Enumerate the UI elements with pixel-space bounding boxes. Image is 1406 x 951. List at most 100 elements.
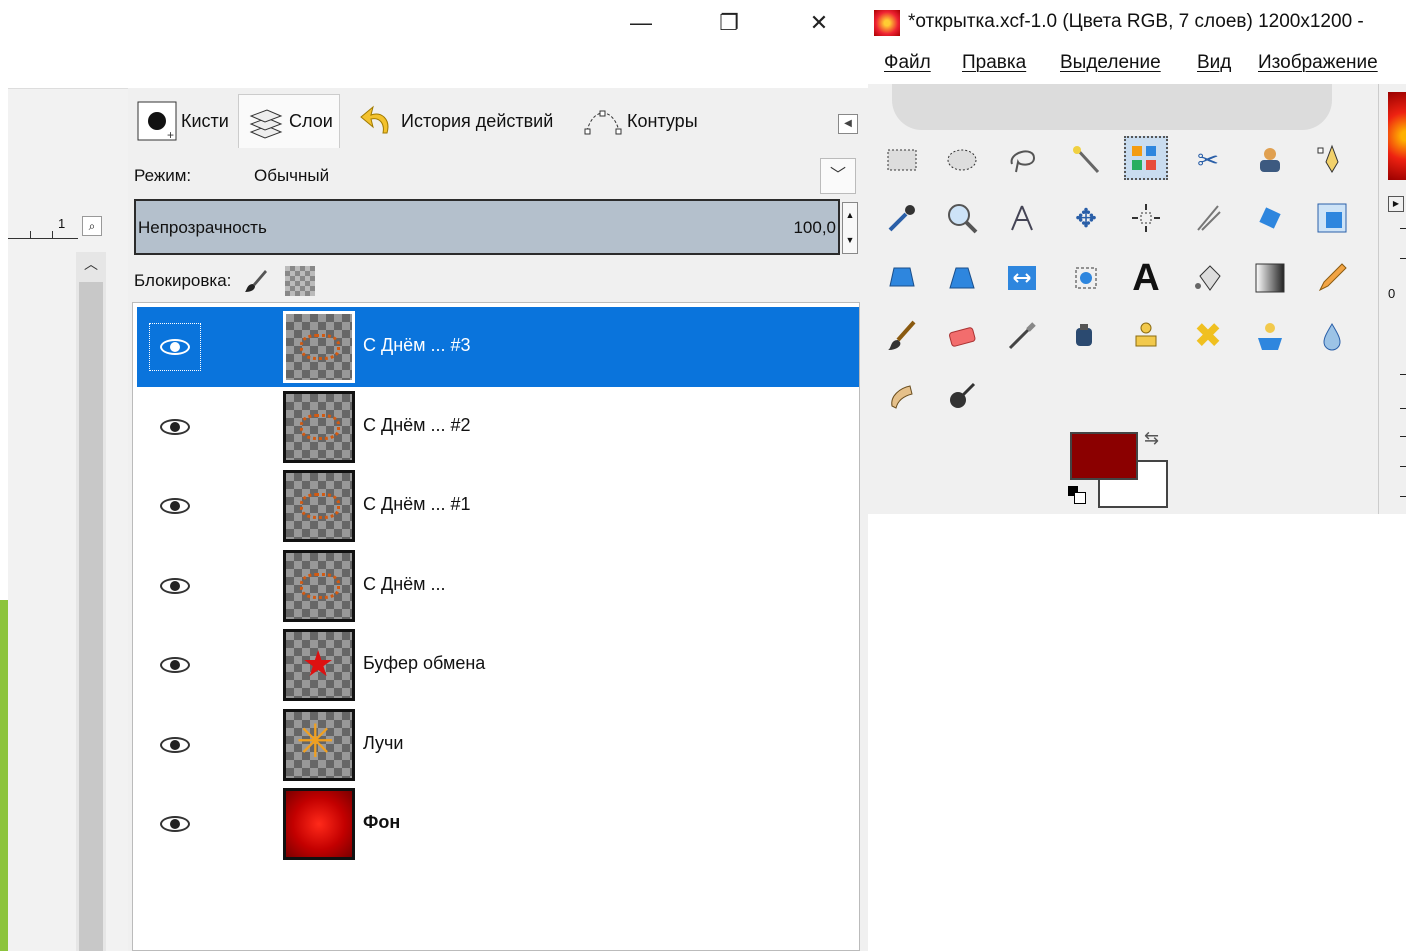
paths-tool-icon[interactable] <box>1310 138 1354 182</box>
clone-icon[interactable] <box>1124 314 1168 358</box>
foreground-select-icon[interactable] <box>1248 138 1292 182</box>
layer-thumbnail[interactable] <box>283 311 355 383</box>
opacity-slider[interactable]: Непрозрачность 100,0 <box>134 199 840 255</box>
menu-image[interactable]: Изображение <box>1258 52 1378 74</box>
eye-visibility-icon[interactable] <box>149 721 201 769</box>
scale-icon[interactable] <box>1310 196 1354 240</box>
layer-name[interactable]: Буфер обмена <box>363 653 485 674</box>
eye-visibility-icon[interactable] <box>149 403 201 451</box>
navigate-icon[interactable]: ▶ <box>1388 196 1404 212</box>
opacity-value[interactable]: 100,0 <box>793 218 836 238</box>
close-button[interactable]: ✕ <box>796 4 842 42</box>
layer-row[interactable]: ★ Буфер обмена <box>137 625 859 705</box>
perspective-clone-icon[interactable] <box>1248 314 1292 358</box>
lasso-icon[interactable] <box>1000 138 1044 182</box>
window-title: *открытка.xcf-1.0 (Цвета RGB, 7 слоев) 1… <box>908 11 1364 32</box>
fuzzy-select-icon[interactable] <box>1064 138 1108 182</box>
opacity-spin-buttons[interactable]: ▲ ▼ <box>842 202 858 254</box>
ruler-tick <box>1400 496 1406 497</box>
layer-thumbnail[interactable]: ★ <box>283 629 355 701</box>
mode-label: Режим: <box>134 166 192 185</box>
flip-icon[interactable] <box>1000 256 1044 300</box>
eye-visibility-icon[interactable] <box>149 323 201 371</box>
rotate-icon[interactable] <box>1248 196 1292 240</box>
bucket-fill-icon[interactable] <box>1186 256 1230 300</box>
select-by-color-icon[interactable] <box>1124 136 1168 180</box>
scissors-icon[interactable]: ✂ <box>1186 138 1230 182</box>
tab-label: Слои <box>289 111 333 131</box>
layers-dock: + Кисти Слои История действий Контуры ◀ … <box>128 88 868 951</box>
tab-brushes[interactable]: + Кисти <box>130 94 236 148</box>
foreground-color-swatch[interactable] <box>1070 432 1138 480</box>
cage-transform-icon[interactable] <box>1064 256 1108 300</box>
ruler-number: 1 <box>58 216 66 231</box>
menu-select[interactable]: Выделение <box>1060 52 1161 74</box>
scrollbar-thumb[interactable] <box>79 282 103 951</box>
gradient-icon[interactable] <box>1248 256 1292 300</box>
move-icon[interactable]: ✥ <box>1064 196 1108 240</box>
zoom-tool-icon[interactable] <box>940 196 984 240</box>
layer-thumbnail[interactable] <box>283 549 355 622</box>
layer-name[interactable]: Фон <box>363 812 400 833</box>
tab-paths[interactable]: Контуры <box>576 94 705 148</box>
smudge-icon[interactable] <box>880 374 924 418</box>
layer-row[interactable]: С Днём ... <box>137 546 859 626</box>
minimize-button[interactable]: — <box>618 4 664 42</box>
menu-view[interactable]: Вид <box>1197 52 1231 74</box>
default-colors-icon[interactable] <box>1068 486 1086 504</box>
swap-colors-icon[interactable]: ⇆ <box>1144 428 1159 449</box>
menu-file[interactable]: Файл <box>884 52 931 74</box>
rect-select-icon[interactable] <box>880 138 924 182</box>
crop-icon[interactable] <box>1186 196 1230 240</box>
tab-undo-history[interactable]: История действий <box>350 94 560 148</box>
eye-visibility-icon[interactable] <box>149 482 201 530</box>
gimp-app-icon <box>874 10 900 36</box>
ellipse-select-icon[interactable] <box>940 138 984 182</box>
undo-history-icon <box>357 101 397 141</box>
ink-icon[interactable] <box>1064 314 1108 358</box>
layer-thumbnail[interactable] <box>283 788 355 860</box>
eye-visibility-icon[interactable] <box>149 800 201 848</box>
shear-icon[interactable] <box>880 256 924 300</box>
layer-thumbnail[interactable] <box>283 390 355 463</box>
mode-select-value[interactable]: Обычный <box>254 166 329 186</box>
text-tool-icon[interactable]: A <box>1124 256 1168 300</box>
dodge-burn-icon[interactable] <box>940 374 984 418</box>
layer-name[interactable]: С Днём ... #2 <box>363 415 471 436</box>
menubar: Файл Правка Выделение Вид Изображение <box>868 44 1406 84</box>
eye-visibility-icon[interactable] <box>149 562 201 610</box>
layer-row[interactable]: С Днём ... #2 <box>137 387 859 467</box>
chevron-up-icon[interactable]: ︿ <box>80 254 102 276</box>
heal-icon[interactable]: ✖ <box>1186 314 1230 358</box>
perspective-icon[interactable] <box>940 256 984 300</box>
eraser-icon[interactable] <box>940 314 984 358</box>
layer-name[interactable]: С Днём ... <box>363 574 446 595</box>
layer-thumbnail[interactable]: ✳ <box>283 708 355 781</box>
zoom-icon[interactable]: ⌕ <box>82 216 102 236</box>
layer-row[interactable]: Фон <box>137 784 859 864</box>
layer-row[interactable]: С Днём ... #3 <box>137 307 859 387</box>
align-icon[interactable] <box>1124 196 1168 240</box>
measure-icon[interactable] <box>1000 196 1044 240</box>
tab-layers[interactable]: Слои <box>238 94 340 148</box>
pencil-icon[interactable] <box>1310 256 1354 300</box>
layer-thumbnail[interactable] <box>283 470 355 542</box>
restore-button[interactable]: ❐ <box>706 4 752 42</box>
dock-menu-button[interactable]: ◀ <box>838 114 858 134</box>
color-picker-icon[interactable] <box>880 196 924 240</box>
mode-row: Режим: Обычный ﹀ <box>128 150 860 202</box>
lock-alpha-icon[interactable] <box>285 266 316 296</box>
paintbrush-icon[interactable] <box>880 314 924 358</box>
layer-row[interactable]: ✳ Лучи <box>137 705 859 785</box>
layer-name[interactable]: Лучи <box>363 733 403 754</box>
blur-icon[interactable] <box>1310 314 1354 358</box>
lock-pixels-icon[interactable] <box>243 268 269 294</box>
layer-name[interactable]: С Днём ... #3 <box>363 335 471 356</box>
airbrush-icon[interactable] <box>1000 314 1044 358</box>
eye-visibility-icon[interactable] <box>149 641 201 689</box>
chevron-down-icon[interactable]: ﹀ <box>820 158 856 194</box>
layer-row[interactable]: С Днём ... #1 <box>137 466 859 546</box>
lock-label: Блокировка: <box>134 271 232 290</box>
layer-name[interactable]: С Днём ... #1 <box>363 494 471 515</box>
menu-edit[interactable]: Правка <box>962 52 1026 74</box>
